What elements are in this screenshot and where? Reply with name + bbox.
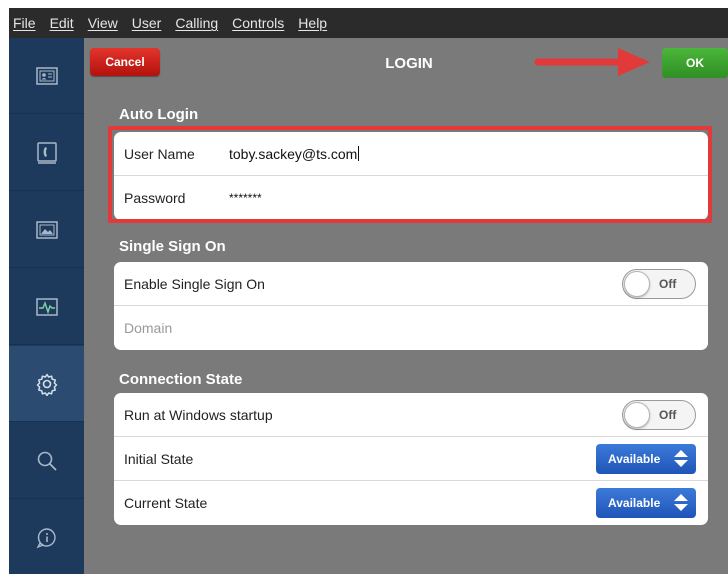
initial-state-row: Initial State Available (114, 437, 708, 481)
gear-icon (36, 373, 57, 396)
sidebar (9, 38, 84, 574)
sidebar-item-contacts[interactable] (9, 38, 84, 114)
sso-card: Enable Single Sign On Off Domain (114, 262, 708, 350)
auto-login-card: User Name toby.sackey@ts.com Password **… (114, 132, 708, 220)
enable-sso-row: Enable Single Sign On Off (114, 262, 708, 306)
initial-state-value: Available (608, 452, 661, 466)
search-icon (37, 451, 57, 471)
user-name-field[interactable]: toby.sackey@ts.com (229, 145, 360, 162)
ok-button[interactable]: OK (662, 48, 728, 78)
menu-edit[interactable]: Edit (50, 15, 74, 31)
toggle-knob (624, 271, 650, 297)
activity-monitor-icon (35, 297, 58, 316)
menu-view[interactable]: View (88, 15, 118, 31)
menu-bar: File Edit View User Calling Controls Hel… (9, 8, 728, 38)
sidebar-item-media[interactable] (9, 192, 84, 268)
startup-label: Run at Windows startup (124, 406, 273, 423)
sidebar-item-calls[interactable] (9, 115, 84, 191)
enable-sso-label: Enable Single Sign On (124, 275, 265, 292)
info-icon (36, 527, 56, 548)
cancel-button[interactable]: Cancel (90, 48, 160, 76)
up-down-caret-icon (674, 450, 688, 468)
password-field[interactable]: ******* (229, 191, 262, 205)
sidebar-item-settings[interactable] (9, 346, 84, 422)
contact-card-icon (35, 66, 58, 85)
user-name-row[interactable]: User Name toby.sackey@ts.com (114, 132, 708, 176)
text-cursor (358, 145, 360, 161)
sidebar-item-search[interactable] (9, 423, 84, 499)
password-label: Password (124, 190, 186, 206)
startup-row: Run at Windows startup Off (114, 393, 708, 437)
current-state-row: Current State Available (114, 481, 708, 525)
enable-sso-toggle[interactable]: Off (622, 269, 696, 299)
user-name-label: User Name (124, 145, 195, 162)
menu-file[interactable]: File (13, 15, 36, 31)
toggle-knob (624, 402, 650, 428)
sidebar-item-info[interactable] (9, 500, 84, 574)
section-title-sso: Single Sign On (119, 238, 226, 255)
password-row[interactable]: Password ******* (114, 176, 708, 220)
phone-icon (36, 141, 57, 164)
current-state-value: Available (608, 496, 661, 510)
annotation-arrow-icon (534, 48, 650, 76)
picture-icon (35, 220, 58, 239)
menu-help[interactable]: Help (298, 15, 327, 31)
sidebar-item-activity[interactable] (9, 269, 84, 345)
section-title-connection: Connection State (119, 371, 243, 388)
page-title: LOGIN (385, 55, 433, 72)
current-state-label: Current State (124, 495, 208, 511)
startup-toggle[interactable]: Off (622, 400, 696, 430)
domain-row[interactable]: Domain (114, 306, 708, 350)
toggle-state-label: Off (659, 277, 677, 291)
toggle-state-label: Off (659, 408, 677, 422)
initial-state-select[interactable]: Available (596, 444, 696, 474)
menu-controls[interactable]: Controls (232, 15, 284, 31)
current-state-select[interactable]: Available (596, 488, 696, 518)
initial-state-label: Initial State (124, 450, 194, 467)
settings-panel: Cancel LOGIN OK Auto Login User Name tob… (84, 38, 728, 574)
section-title-auto-login: Auto Login (119, 106, 199, 123)
menu-user[interactable]: User (132, 15, 162, 31)
menu-calling[interactable]: Calling (175, 15, 218, 31)
up-down-caret-icon (674, 494, 688, 512)
connection-card: Run at Windows startup Off Initial State… (114, 393, 708, 525)
domain-field[interactable]: Domain (124, 320, 229, 336)
